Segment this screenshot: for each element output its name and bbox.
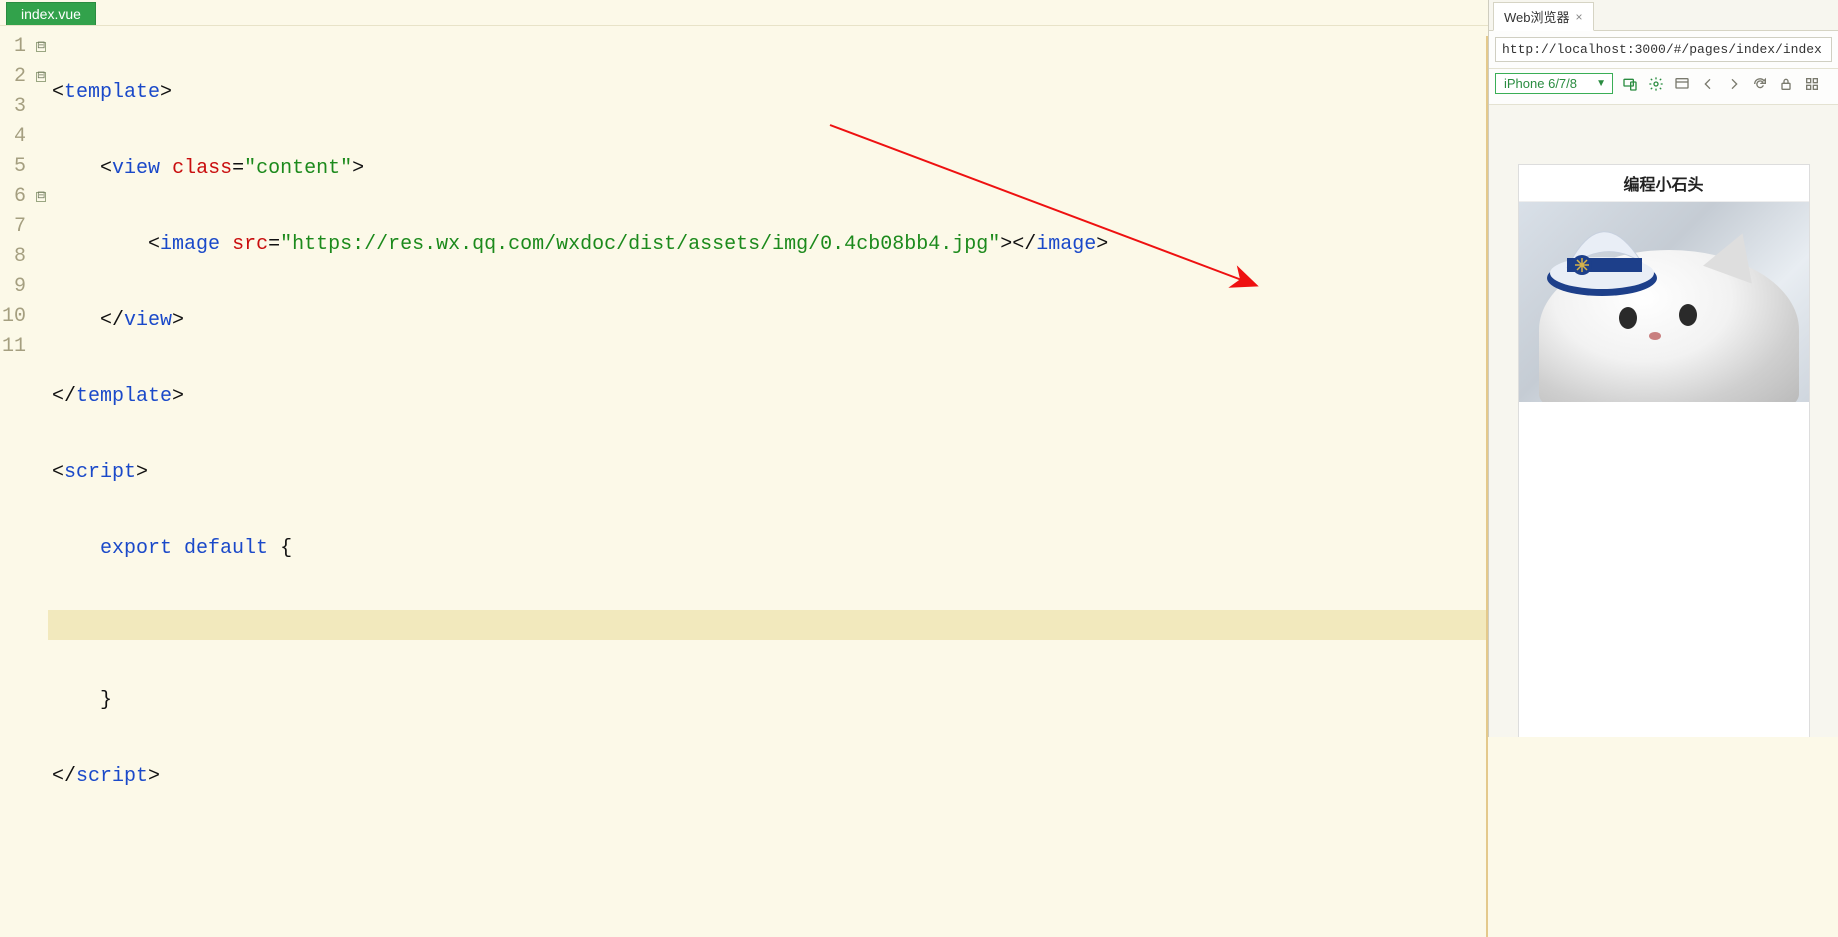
- line-number: 4: [0, 122, 32, 152]
- line-number: 3: [0, 92, 32, 122]
- line-number: 9: [0, 272, 32, 302]
- line-number: 2: [0, 62, 32, 92]
- code-line: </template>: [48, 382, 1488, 412]
- code-line: }: [48, 686, 1488, 716]
- line-gutter: 1 2 3 4 5 6 7 8 9 10 11: [0, 26, 34, 937]
- panel-tabbar: Web浏览器 ×: [1489, 0, 1838, 31]
- code-line: <view class="content">: [48, 154, 1488, 184]
- web-browser-panel: Web浏览器 × iPhone 6/7/8 ▼: [1488, 0, 1838, 737]
- code-area[interactable]: 1 2 3 4 5 6 7 8 9 10 11 ⊟ ⊟ ⊟ <template>: [0, 25, 1488, 937]
- fold-column: ⊟ ⊟ ⊟: [34, 26, 48, 937]
- line-number: 8: [0, 242, 32, 272]
- code-line: <image src="https://res.wx.qq.com/wxdoc/…: [48, 230, 1488, 260]
- preview-image: [1519, 202, 1809, 402]
- code-text[interactable]: <template> <view class="content"> <image…: [48, 26, 1488, 937]
- code-line-highlighted: [48, 610, 1488, 640]
- panel-tab-web-browser[interactable]: Web浏览器 ×: [1493, 2, 1594, 31]
- code-line: <script>: [48, 458, 1488, 488]
- line-number: 11: [0, 332, 32, 362]
- line-number: 6: [0, 182, 32, 212]
- line-number: 5: [0, 152, 32, 182]
- preview-toolbar: iPhone 6/7/8 ▼: [1489, 69, 1838, 105]
- code-line: <template>: [48, 78, 1488, 108]
- editor-tabbar: index.vue: [0, 0, 1488, 25]
- gear-icon[interactable]: [1647, 75, 1665, 93]
- line-number: 7: [0, 212, 32, 242]
- grid-icon[interactable]: [1803, 75, 1821, 93]
- fold-toggle[interactable]: ⊟: [36, 192, 46, 202]
- address-bar-row: [1489, 31, 1838, 69]
- file-tab-label: index.vue: [21, 6, 81, 22]
- code-line: </script>: [48, 762, 1488, 792]
- panel-tab-label: Web浏览器: [1504, 7, 1570, 26]
- url-input[interactable]: [1495, 37, 1832, 62]
- line-number: 10: [0, 302, 32, 332]
- device-preview-area: 编程小石头: [1489, 105, 1838, 737]
- code-line: </view>: [48, 306, 1488, 336]
- refresh-icon[interactable]: [1751, 75, 1769, 93]
- forward-icon[interactable]: [1725, 75, 1743, 93]
- back-icon[interactable]: [1699, 75, 1717, 93]
- line-number: 1: [0, 32, 32, 62]
- lock-icon[interactable]: [1777, 75, 1795, 93]
- file-tab[interactable]: index.vue: [6, 2, 96, 25]
- editor-pane: index.vue 1 2 3 4 5 6 7 8 9 10 11 ⊟ ⊟ ⊟: [0, 0, 1488, 737]
- code-line: export default {: [48, 534, 1488, 564]
- device-frame: 编程小石头: [1519, 165, 1809, 737]
- close-icon[interactable]: ×: [1576, 10, 1583, 24]
- device-select-label: iPhone 6/7/8: [1504, 76, 1577, 91]
- editor-right-edge: [1486, 36, 1488, 937]
- responsive-icon[interactable]: [1621, 75, 1639, 93]
- devtools-icon[interactable]: [1673, 75, 1691, 93]
- code-line: [48, 838, 1488, 868]
- page-title: 编程小石头: [1519, 165, 1809, 202]
- chevron-down-icon: ▼: [1596, 78, 1606, 89]
- fold-toggle[interactable]: ⊟: [36, 72, 46, 82]
- fold-toggle[interactable]: ⊟: [36, 42, 46, 52]
- device-select[interactable]: iPhone 6/7/8 ▼: [1495, 73, 1613, 94]
